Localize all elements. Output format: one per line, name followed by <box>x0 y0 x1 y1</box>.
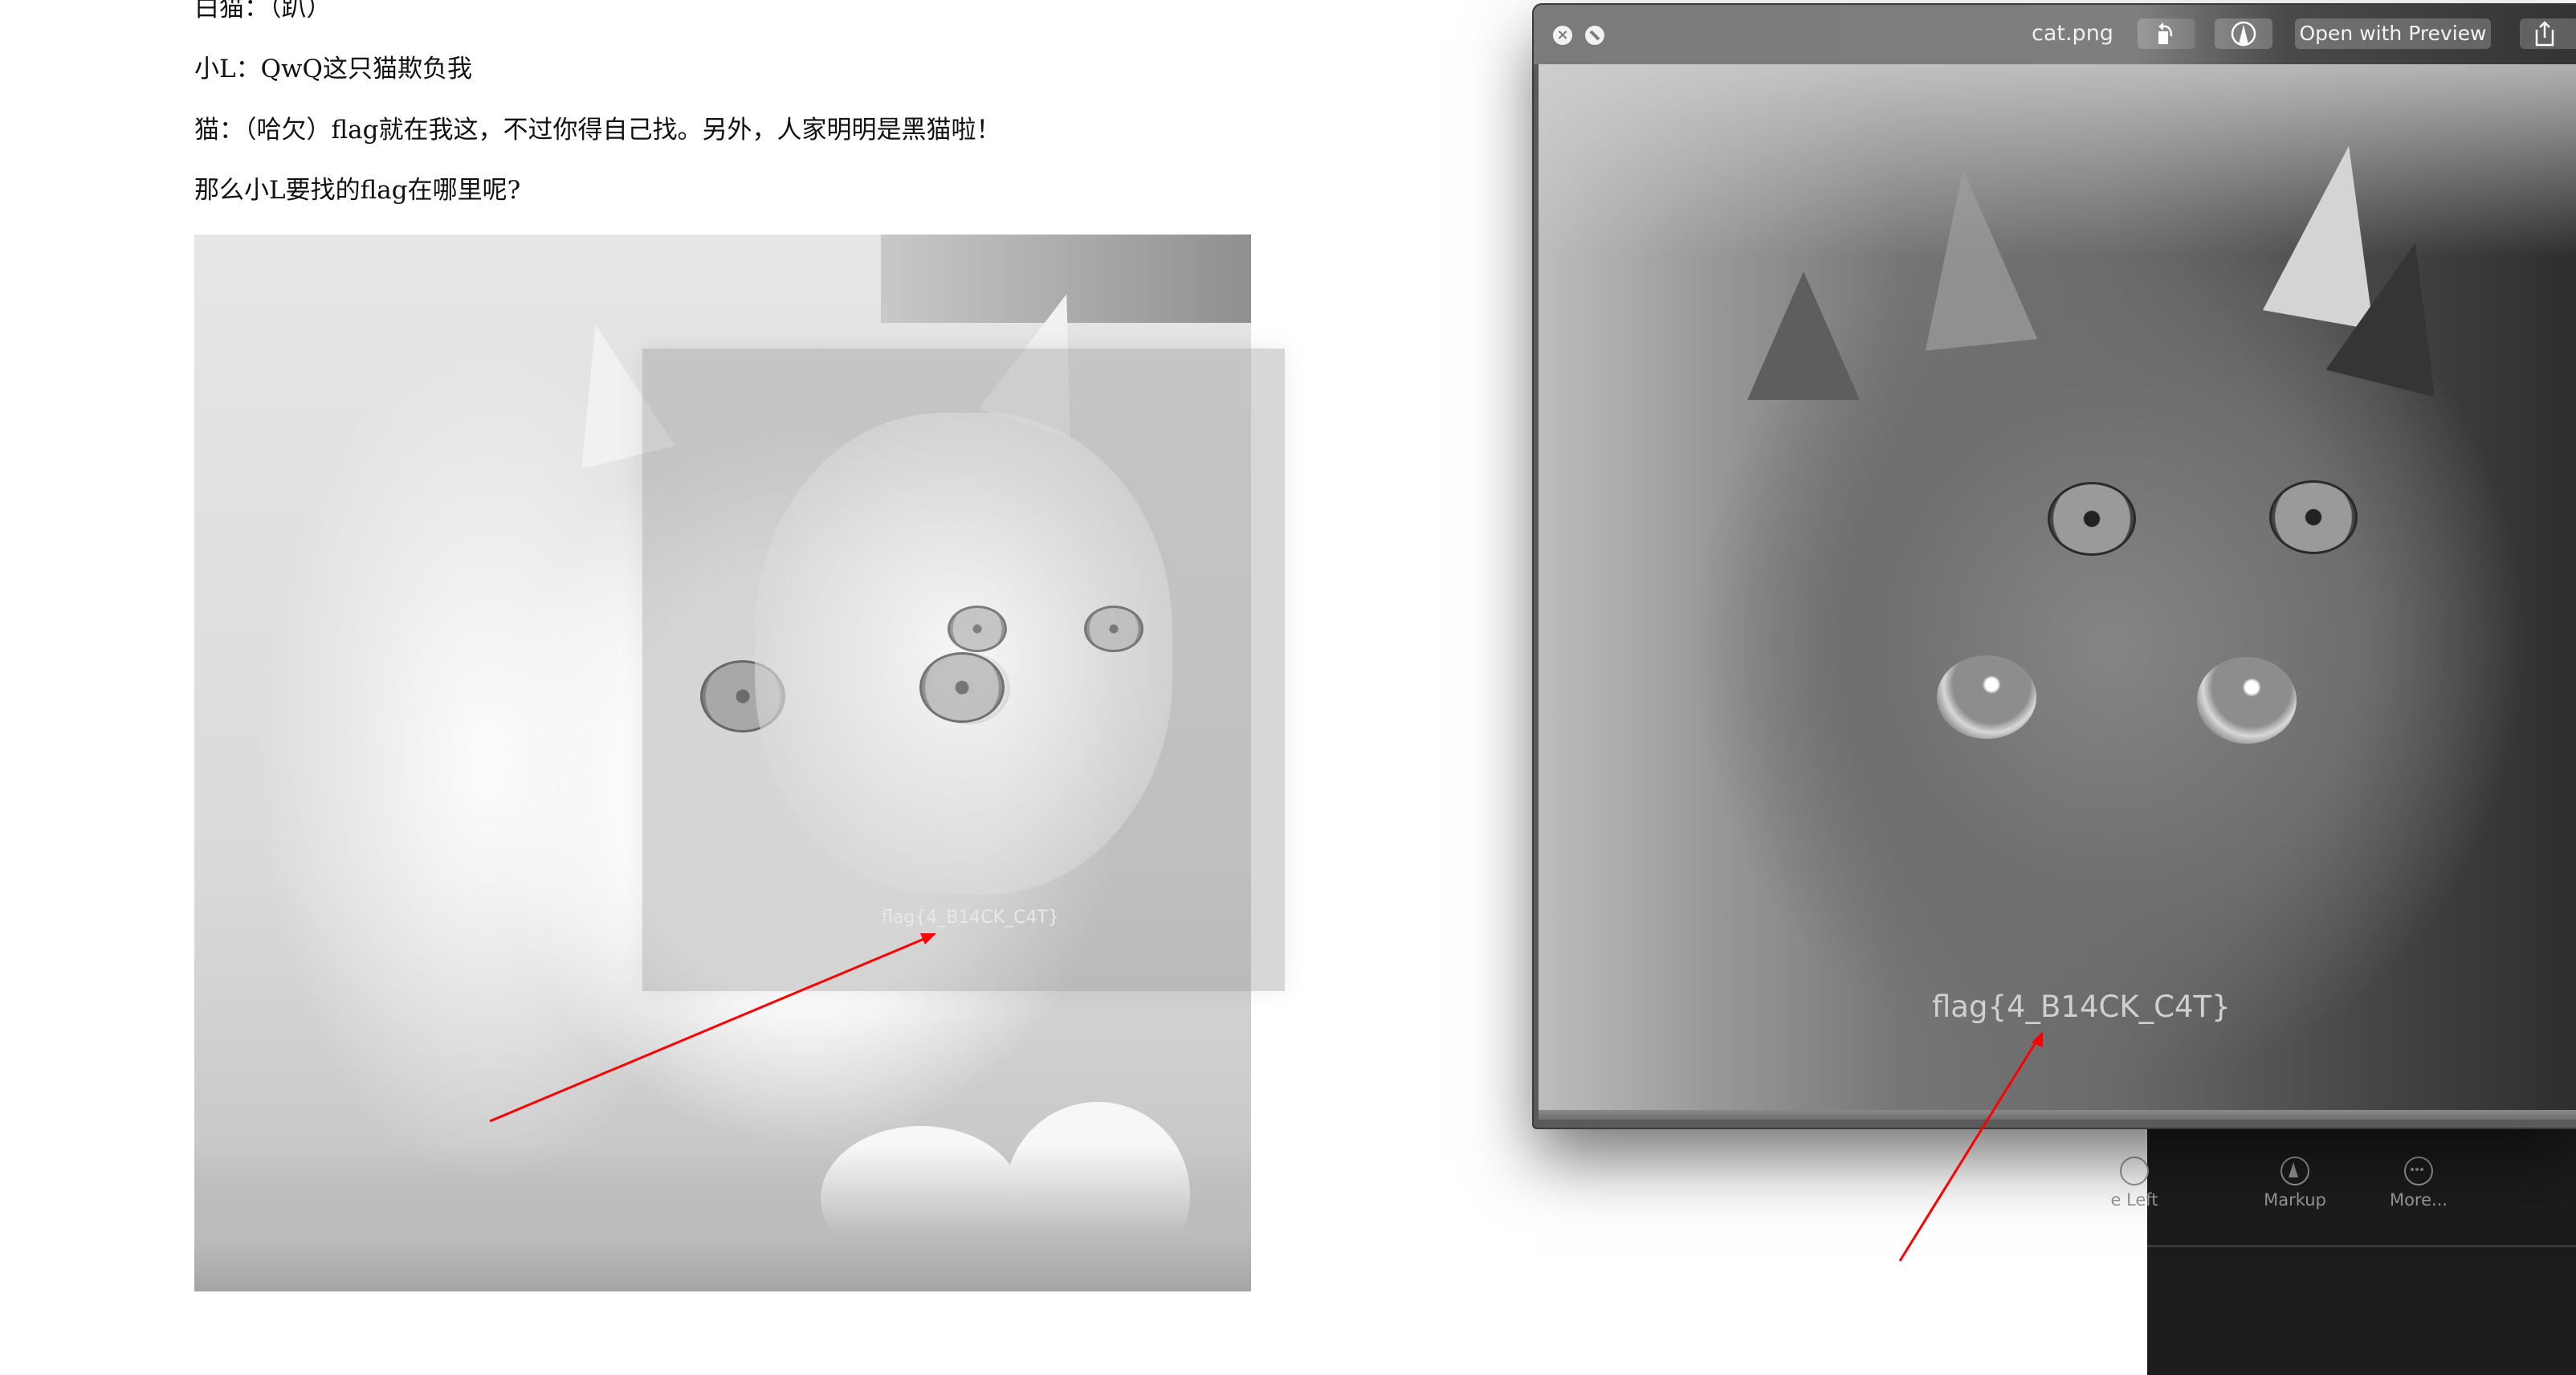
markup-icon <box>2280 1157 2309 1185</box>
hidden-flag-text-revealed: flag{4_B14CK_C4T} <box>1932 989 2231 1024</box>
doc-line-xiao-l: 小L：QwQ这只猫欺负我 <box>194 55 472 84</box>
quicklook-title: cat.png <box>2032 21 2113 46</box>
markup-button[interactable] <box>2215 18 2272 49</box>
overlay-eye-main <box>919 652 1005 723</box>
side-rotate-left-button[interactable]: e Left <box>2078 1157 2191 1210</box>
ql-tear-right <box>2197 657 2297 744</box>
markup-icon <box>2231 21 2256 47</box>
ql-cat-ear-left <box>1747 271 1860 400</box>
quicklook-window: × cat.png Open with Preview flag{4_B14CK… <box>1532 3 2576 1129</box>
side-toolbar-divider <box>2147 1245 2576 1247</box>
quicklook-image-black-cat: flag{4_B14CK_C4T} <box>1539 64 2576 1120</box>
side-markup-label: Markup <box>2264 1190 2326 1210</box>
ql-tear-left <box>1937 655 2036 739</box>
side-markup-button[interactable]: Markup <box>2239 1157 2351 1210</box>
rotate-left-icon <box>2158 22 2173 44</box>
rotate-left-button[interactable] <box>2138 18 2195 49</box>
hidden-flag-text-faint: flag{4_B14CK_C4T} <box>882 908 1059 928</box>
doc-line-question: 那么小L要找的flag在哪里呢? <box>194 176 521 205</box>
side-rotate-left-label: e Left <box>2110 1190 2158 1210</box>
ql-cat-ear-ghost <box>1906 163 2038 351</box>
preview-side-toolbar: e Left Markup More... <box>2110 1126 2576 1375</box>
doc-line-cat-reply: 猫：（哈欠）flag就在我这，不过你得自己找。另外，人家明明是黑猫啦！ <box>194 116 1001 145</box>
more-icon <box>2404 1157 2433 1185</box>
close-icon: × <box>1556 27 1569 43</box>
fullscreen-button[interactable] <box>1585 26 1604 45</box>
quicklook-titlebar[interactable]: × cat.png Open with Preview <box>1534 5 2576 64</box>
share-button[interactable] <box>2520 18 2576 49</box>
share-icon <box>2535 21 2554 47</box>
rotate-left-icon <box>2120 1157 2149 1185</box>
open-with-preview-button[interactable]: Open with Preview <box>2295 18 2491 49</box>
side-more-button[interactable]: More... <box>2362 1157 2475 1210</box>
ql-bottom-edge <box>1539 1110 2576 1120</box>
overlay-eye-top-right <box>1084 606 1143 652</box>
overlay-eye-top-left <box>948 606 1007 652</box>
ql-cat-eye-right <box>2269 480 2358 554</box>
close-button[interactable]: × <box>1553 26 1572 45</box>
ql-background-band <box>1539 64 2576 257</box>
fullscreen-icon <box>1589 30 1600 41</box>
side-more-label: More... <box>2389 1190 2448 1210</box>
photo-floor <box>194 1147 1251 1291</box>
cat-photo-overlay <box>642 349 1285 991</box>
doc-line-white-cat: 白猫：（趴） <box>194 0 332 22</box>
ql-cat-eye-left <box>2048 482 2136 556</box>
